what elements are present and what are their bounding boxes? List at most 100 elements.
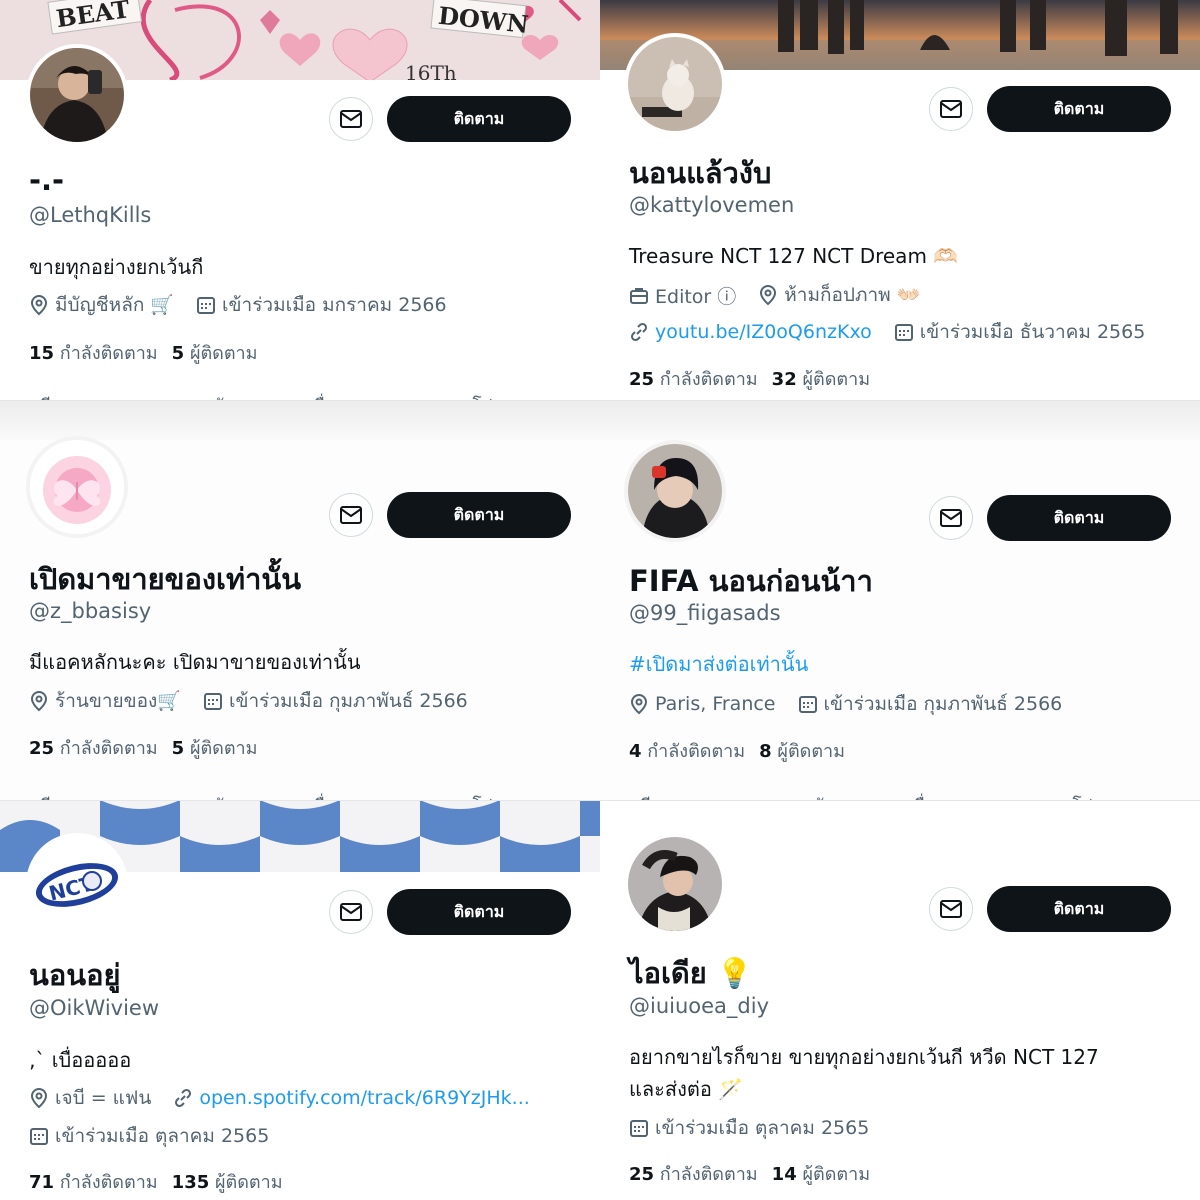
location-pin-icon <box>760 284 777 306</box>
profile-meta: เข้าร่วมเมือ ตุลาคม 2565 <box>629 1113 891 1143</box>
followers-link[interactable]: 14 ผู้ติดตาม <box>772 1164 870 1185</box>
handle: @OikWiview <box>29 996 160 1020</box>
followers-label: ผู้ติดตาม <box>214 1172 283 1193</box>
following-link[interactable]: 71 กำลังติดตาม <box>29 1172 158 1193</box>
profile-banner[interactable] <box>600 400 1200 440</box>
following-link[interactable]: 25 กำลังติดตาม <box>629 369 758 390</box>
followers-count: 32 <box>771 369 797 390</box>
followers-link[interactable]: 5 ผู้ติดตาม <box>172 738 258 759</box>
profile-card-5: NCT ติดตาม นอนอยู่ @OikWiview ‚` เบื่อออ… <box>0 800 600 1200</box>
tab-replies[interactable]: การตอบกลับ <box>142 792 235 800</box>
profile-banner[interactable] <box>0 400 600 440</box>
tab-likes[interactable]: รายการโปรด <box>415 392 513 400</box>
profile-banner[interactable] <box>600 800 1200 830</box>
avatar-image <box>628 444 722 538</box>
bio-hashtag[interactable]: #เปิดมาส่งต่อเท่านั้น <box>629 648 808 680</box>
avatar-image <box>30 48 124 142</box>
grid-divider <box>0 400 1200 401</box>
envelope-icon <box>940 100 962 118</box>
link-icon <box>175 1088 192 1108</box>
tab-tweets[interactable]: ทวีต <box>630 792 662 800</box>
profession-text: Editor ⓘ <box>655 285 737 308</box>
tab-media[interactable]: สื่อ <box>314 792 335 800</box>
avatar[interactable]: NCT <box>26 833 128 935</box>
location-item: เจบี = แฟน <box>29 1083 151 1113</box>
following-label: กำลังติดตาม <box>59 343 158 364</box>
avatar[interactable] <box>624 33 726 135</box>
profession-item: Editor ⓘ <box>629 282 736 309</box>
tab-tweets[interactable]: ทวีต <box>30 392 62 400</box>
avatar[interactable] <box>26 436 128 538</box>
message-button[interactable] <box>329 97 373 141</box>
avatar[interactable] <box>26 44 128 146</box>
tab-media[interactable]: สื่อ <box>914 792 935 800</box>
link-icon <box>630 322 648 342</box>
follow-button[interactable]: ติดตาม <box>387 889 571 935</box>
follow-button[interactable]: ติดตาม <box>387 96 571 142</box>
following-link[interactable]: 25 กำลังติดตาม <box>29 738 158 759</box>
tab-likes[interactable]: รายการโปรด <box>1015 792 1113 800</box>
followers-link[interactable]: 5 ผู้ติดตาม <box>172 343 258 364</box>
location-text: เจบี = แฟน <box>55 1087 152 1109</box>
bio: มีแอคหลักนะคะ เปิดมาขายของเท่านั้น <box>29 650 361 674</box>
follow-button[interactable]: ติดตาม <box>987 86 1171 132</box>
joined-item: เข้าร่วมเมือ กุมภาพันธ์ 2566 <box>798 689 1062 719</box>
following-label: กำลังติดตาม <box>659 1164 758 1185</box>
following-link[interactable]: 25 กำลังติดตาม <box>629 1164 758 1185</box>
following-link[interactable]: 4 กำลังติดตาม <box>629 741 745 762</box>
followers-link[interactable]: 8 ผู้ติดตาม <box>759 741 845 762</box>
location-text: Paris, France <box>655 693 776 715</box>
follow-stats: 15 กำลังติดตาม 5 ผู้ติดตาม <box>29 338 258 367</box>
bio-line-2: และส่งต่อ 🪄 <box>629 1077 744 1101</box>
display-name: FIFA นอนก่อนน้าา <box>629 564 873 598</box>
followers-link[interactable]: 32 ผู้ติดตาม <box>772 369 870 390</box>
profile-card-2: ติดตาม นอนแล้วงับ @kattylovemen Treasure… <box>600 0 1200 400</box>
joined-text: เข้าร่วมเมือ ตุลาคม 2565 <box>55 1125 270 1147</box>
avatar[interactable] <box>624 440 726 542</box>
message-button[interactable] <box>329 493 373 537</box>
location-item: ร้านขายของ🛒 <box>29 686 181 716</box>
avatar-image: NCT <box>30 837 124 931</box>
following-link[interactable]: 15 กำลังติดตาม <box>29 343 158 364</box>
following-count: 71 <box>29 1172 55 1193</box>
profile-tabs: ทวีต การตอบกลับ สื่อ รายการโปรด <box>630 792 1193 800</box>
following-count: 25 <box>629 1164 655 1185</box>
website-item[interactable]: open.spotify.com/track/6R9YzJHk... <box>173 1087 530 1109</box>
tab-tweets[interactable]: ทวีต <box>30 792 62 800</box>
tab-media[interactable]: สื่อ <box>314 392 335 400</box>
joined-item: เข้าร่วมเมือ มกราคม 2566 <box>196 290 447 320</box>
website-link[interactable]: youtu.be/IZ0oQ6nzKxo <box>655 321 872 343</box>
following-count: 4 <box>629 741 642 762</box>
message-button[interactable] <box>929 887 973 931</box>
followers-label: ผู้ติดตาม <box>777 741 845 762</box>
message-button[interactable] <box>929 87 973 131</box>
followers-count: 14 <box>771 1164 797 1185</box>
follow-button[interactable]: ติดตาม <box>987 886 1171 932</box>
message-button[interactable] <box>329 890 373 934</box>
avatar[interactable] <box>624 833 726 935</box>
bio: Treasure NCT 127 NCT Dream 🫶🏻 <box>629 244 959 268</box>
envelope-icon <box>940 509 962 527</box>
handle: @z_bbasisy <box>29 599 152 623</box>
banner-text-date: 16Th <box>405 61 457 80</box>
followers-label: ผู้ติดตาม <box>189 343 258 364</box>
followers-link[interactable]: 135 ผู้ติดตาม <box>172 1172 283 1193</box>
profile-card-1: BEAT DOWN 16Th ติดตาม -.- @LethqKills ขา… <box>0 0 600 400</box>
location-pin-icon <box>30 690 48 712</box>
following-label: กำลังติดตาม <box>659 369 758 390</box>
website-link[interactable]: open.spotify.com/track/6R9YzJHk... <box>199 1087 529 1109</box>
tab-replies[interactable]: การตอบกลับ <box>742 792 835 800</box>
tab-likes[interactable]: รายการโปรด <box>415 792 513 800</box>
briefcase-icon <box>630 288 648 304</box>
follow-button[interactable]: ติดตาม <box>387 492 571 538</box>
envelope-icon <box>940 900 962 918</box>
calendar-icon <box>30 1128 48 1145</box>
tab-replies[interactable]: การตอบกลับ <box>142 392 235 400</box>
location-text: ร้านขายของ🛒 <box>55 690 181 712</box>
follow-button[interactable]: ติดตาม <box>987 495 1171 541</box>
location-text: มีบัญชีหลัก 🛒 <box>55 294 175 316</box>
joined-item: เข้าร่วมเมือ ตุลาคม 2565 <box>629 1113 869 1143</box>
message-button[interactable] <box>929 496 973 540</box>
website-item[interactable]: youtu.be/IZ0oQ6nzKxo <box>629 321 872 343</box>
followers-count: 135 <box>171 1172 210 1193</box>
